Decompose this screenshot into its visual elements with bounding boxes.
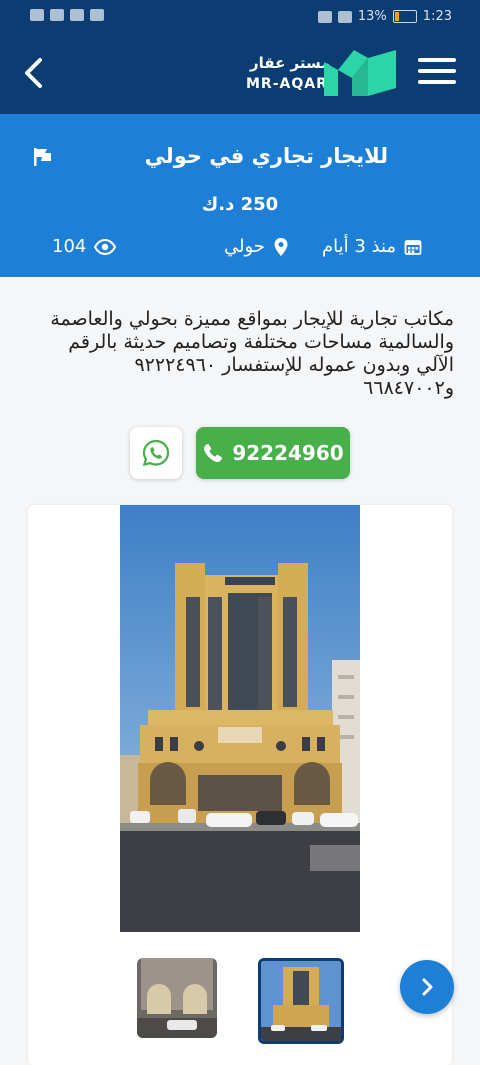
logo-arabic-text: مستر عقار — [250, 54, 331, 72]
menu-icon-bar — [418, 80, 456, 84]
nfc-icon — [317, 10, 332, 23]
logo-english-text: MR-AQAR — [246, 76, 328, 92]
phone-icon — [204, 444, 223, 463]
gallery-thumbnail-selected[interactable] — [258, 958, 344, 1044]
listing-header: للايجار تجاري في حولي 250 د.ك منذ 3 أيام… — [0, 114, 480, 277]
app-bar: مستر عقار MR-AQAR — [0, 34, 480, 114]
next-photo-button[interactable] — [400, 960, 454, 1014]
flag-icon — [34, 148, 51, 166]
view-count-text: 104 — [52, 236, 87, 257]
notification-icon — [30, 9, 44, 21]
menu-button[interactable] — [418, 58, 456, 90]
whatsapp-status-icon — [90, 9, 104, 21]
logo-mark-icon — [324, 50, 396, 96]
main-photo[interactable] — [120, 505, 360, 932]
listing-title: للايجار تجاري في حولي — [144, 144, 388, 168]
whatsapp-icon — [142, 439, 170, 467]
menu-icon-bar — [418, 58, 456, 62]
whatsapp-button[interactable] — [130, 427, 182, 479]
photo-gallery-card — [28, 505, 452, 1065]
battery-icon — [392, 10, 417, 23]
eye-icon — [94, 238, 117, 255]
posted-date-text: منذ 3 أيام — [322, 236, 397, 257]
location-icon — [274, 237, 288, 256]
status-icons-right: 13% 1:23 — [317, 9, 452, 24]
status-icons-left — [30, 9, 104, 21]
message-icon — [70, 9, 84, 21]
location-text: حولي — [224, 236, 265, 257]
clock: 1:23 — [422, 9, 452, 24]
listing-description: مكاتب تجارية للإيجار بمواقع مميزة بحولي … — [50, 308, 454, 399]
call-button-number: 92224960 — [232, 441, 344, 465]
report-button[interactable] — [32, 146, 54, 168]
menu-icon-bar — [418, 69, 456, 73]
chevron-right-icon — [422, 978, 433, 996]
calendar-icon — [404, 239, 422, 255]
alarm-icon — [337, 10, 352, 23]
location: حولي — [224, 236, 289, 257]
call-button[interactable]: 92224960 — [196, 427, 350, 479]
view-count: 104 — [52, 236, 117, 257]
battery-percent: 13% — [357, 9, 387, 24]
posted-date: منذ 3 أيام — [322, 236, 422, 257]
signal-icon — [50, 9, 64, 21]
back-icon — [25, 58, 42, 88]
back-button[interactable] — [18, 54, 50, 92]
gallery-thumbnail[interactable] — [137, 958, 217, 1038]
listing-price: 250 د.ك — [201, 194, 279, 215]
brand-logo[interactable]: مستر عقار MR-AQAR — [244, 48, 398, 100]
status-bar: 13% 1:23 — [0, 0, 480, 34]
